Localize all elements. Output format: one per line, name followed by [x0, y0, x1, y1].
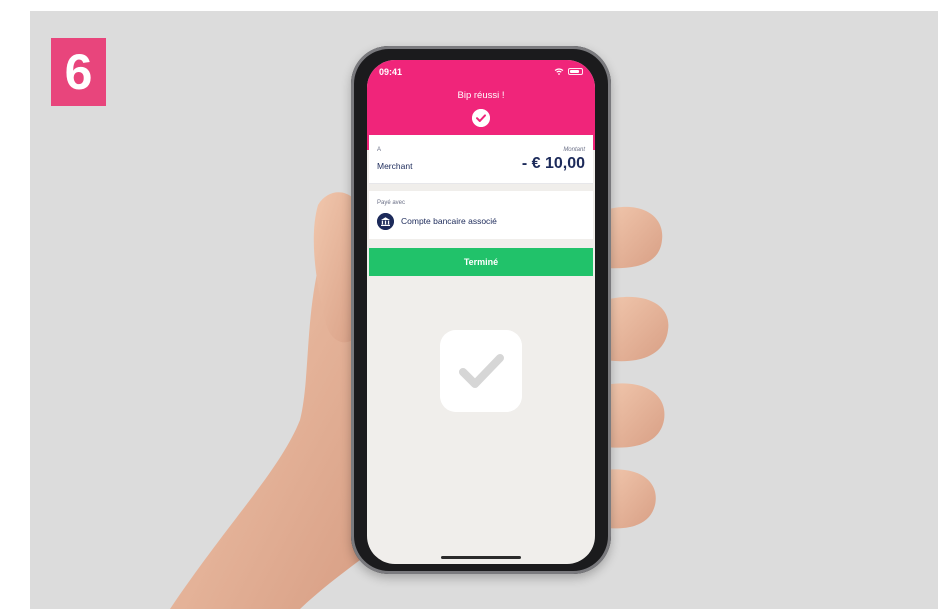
home-indicator[interactable]: [441, 556, 521, 559]
phone-screen: 09:41 Bip réussi ! A Montant Merchant - …: [367, 60, 595, 564]
done-button[interactable]: Terminé: [369, 248, 593, 276]
amount-label: Montant: [563, 147, 585, 153]
paid-with-label: Payé avec: [377, 200, 406, 206]
status-icons: [554, 68, 583, 75]
check-circle-icon: [472, 109, 490, 127]
status-time: 09:41: [379, 67, 403, 77]
battery-icon: [568, 68, 583, 75]
payment-method-name: Compte bancaire associé: [401, 216, 497, 226]
divider: [369, 183, 593, 184]
payment-method-card: Payé avec Compte bancaire associé: [369, 191, 593, 239]
success-title: Bip réussi !: [457, 90, 505, 101]
recipient-label: A: [377, 147, 382, 153]
wifi-icon: [554, 68, 564, 75]
checkmark-icon: [440, 330, 522, 412]
recipient-name: Merchant: [377, 161, 413, 171]
payment-summary-card: A Montant Merchant - € 10,00: [369, 135, 593, 183]
bank-icon: [377, 213, 394, 230]
payment-amount: - € 10,00: [521, 155, 585, 172]
